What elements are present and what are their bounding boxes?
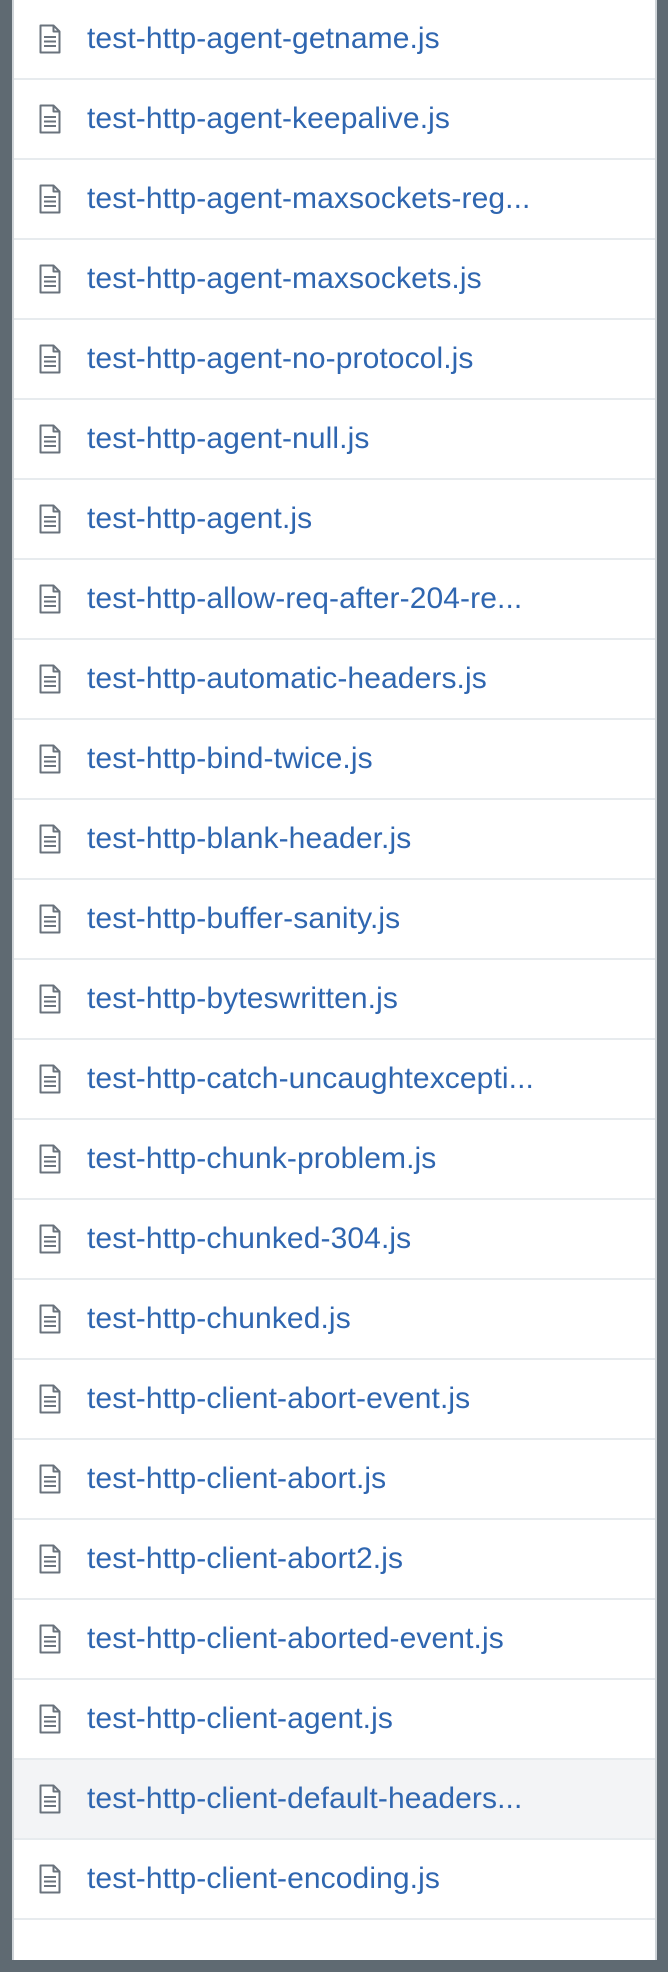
file-icon: [37, 983, 63, 1015]
file-name-link[interactable]: test-http-bind-twice.js: [87, 744, 655, 774]
file-name-link[interactable]: test-http-client-abort2.js: [87, 1544, 655, 1574]
file-name-link[interactable]: test-http-buffer-sanity.js: [87, 904, 655, 934]
file-row[interactable]: test-http-client-abort.js: [14, 1440, 655, 1520]
file-row[interactable]: test-http-chunked-304.js: [14, 1200, 655, 1280]
file-row[interactable]: test-http-bind-twice.js: [14, 720, 655, 800]
file-row[interactable]: test-http-allow-req-after-204-re...: [14, 560, 655, 640]
file-name-link[interactable]: test-http-agent-maxsockets-reg...: [87, 184, 655, 214]
file-name-link[interactable]: test-http-byteswritten.js: [87, 984, 655, 1014]
file-icon: [37, 583, 63, 615]
file-name-link[interactable]: test-http-chunked-304.js: [87, 1224, 655, 1254]
file-name-link[interactable]: test-http-chunked.js: [87, 1304, 655, 1334]
file-row[interactable]: test-http-client-abort2.js: [14, 1520, 655, 1600]
file-icon: [37, 663, 63, 695]
file-icon: [37, 1383, 63, 1415]
file-icon: [37, 103, 63, 135]
file-name-link[interactable]: test-http-blank-header.js: [87, 824, 655, 854]
file-icon: [37, 1143, 63, 1175]
file-row[interactable]: test-http-client-agent.js: [14, 1680, 655, 1760]
file-icon: [37, 1543, 63, 1575]
file-row[interactable]: test-http-automatic-headers.js: [14, 640, 655, 720]
file-name-link[interactable]: test-http-client-abort-event.js: [87, 1384, 655, 1414]
file-name-link[interactable]: test-http-agent-getname.js: [87, 24, 655, 54]
file-name-link[interactable]: test-http-allow-req-after-204-re...: [87, 584, 655, 614]
file-row[interactable]: test-http-agent-keepalive.js: [14, 80, 655, 160]
file-name-link[interactable]: test-http-catch-uncaughtexcepti...: [87, 1064, 655, 1094]
file-name-link[interactable]: test-http-agent.js: [87, 504, 655, 534]
file-icon: [37, 903, 63, 935]
file-icon: [37, 1783, 63, 1815]
file-row[interactable]: test-http-chunked.js: [14, 1280, 655, 1360]
file-icon: [37, 1063, 63, 1095]
file-name-link[interactable]: test-http-chunk-problem.js: [87, 1144, 655, 1174]
file-row[interactable]: test-http-agent-no-protocol.js: [14, 320, 655, 400]
file-name-link[interactable]: test-http-client-abort.js: [87, 1464, 655, 1494]
file-name-link[interactable]: test-http-client-encoding.js: [87, 1864, 655, 1894]
file-icon: [37, 503, 63, 535]
file-icon: [37, 1703, 63, 1735]
file-name-link[interactable]: test-http-agent-keepalive.js: [87, 104, 655, 134]
file-icon: [37, 1863, 63, 1895]
file-row[interactable]: test-http-agent-maxsockets-reg...: [14, 160, 655, 240]
file-icon: [37, 343, 63, 375]
file-row[interactable]: test-http-catch-uncaughtexcepti...: [14, 1040, 655, 1120]
file-name-link[interactable]: test-http-client-default-headers...: [87, 1784, 655, 1814]
file-row[interactable]: test-http-agent.js: [14, 480, 655, 560]
file-row[interactable]: test-http-client-aborted-event.js: [14, 1600, 655, 1680]
file-icon: [37, 23, 63, 55]
file-name-link[interactable]: test-http-client-aborted-event.js: [87, 1624, 655, 1654]
file-name-link[interactable]: test-http-client-agent.js: [87, 1704, 655, 1734]
file-row[interactable]: test-http-buffer-sanity.js: [14, 880, 655, 960]
file-row[interactable]: test-http-agent-getname.js: [14, 0, 655, 80]
file-icon: [37, 823, 63, 855]
file-icon: [37, 423, 63, 455]
file-icon: [37, 1623, 63, 1655]
file-icon: [37, 1303, 63, 1335]
file-name-link[interactable]: test-http-agent-null.js: [87, 424, 655, 454]
file-icon: [37, 1463, 63, 1495]
file-icon: [37, 263, 63, 295]
file-icon: [37, 743, 63, 775]
file-row[interactable]: test-http-client-default-headers...: [14, 1760, 655, 1840]
file-name-link[interactable]: test-http-agent-maxsockets.js: [87, 264, 655, 294]
file-row[interactable]: test-http-client-abort-event.js: [14, 1360, 655, 1440]
file-row[interactable]: test-http-byteswritten.js: [14, 960, 655, 1040]
file-name-link[interactable]: test-http-agent-no-protocol.js: [87, 344, 655, 374]
file-row[interactable]: test-http-agent-maxsockets.js: [14, 240, 655, 320]
file-row[interactable]: test-http-agent-null.js: [14, 400, 655, 480]
file-name-link[interactable]: test-http-automatic-headers.js: [87, 664, 655, 694]
file-list: test-http-agent-getname.js test-http-age…: [12, 0, 657, 1960]
file-icon: [37, 1223, 63, 1255]
file-icon: [37, 183, 63, 215]
file-row[interactable]: test-http-client-encoding.js: [14, 1840, 655, 1920]
file-row[interactable]: test-http-blank-header.js: [14, 800, 655, 880]
file-row[interactable]: test-http-chunk-problem.js: [14, 1120, 655, 1200]
